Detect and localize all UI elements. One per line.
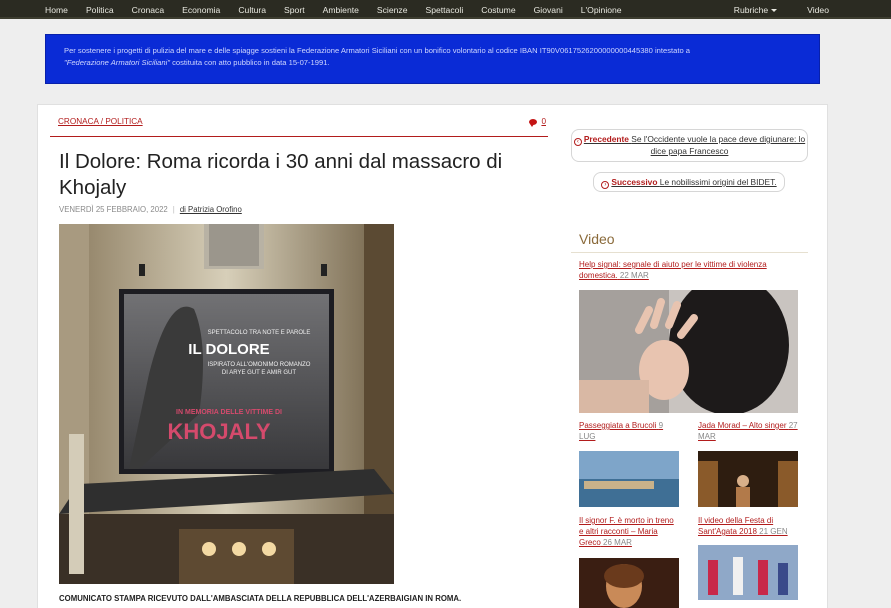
banner-line-2: IL DOLORE [188,341,269,358]
video-thumbnail-2[interactable] [698,451,798,507]
video-link-4[interactable]: Il video della Festa di Sant'Agata 2018 … [698,515,803,537]
video-title: Jada Morad – Alto singer [698,421,787,430]
video-link-0[interactable]: Help signal: segnale di aiuto per le vit… [579,259,789,281]
chevron-down-icon [771,8,778,12]
breadcrumb[interactable]: CRONACA / POLITICA [58,117,143,126]
page-title: Il Dolore: Roma ricorda i 30 anni dal ma… [59,150,503,199]
article-byline: VENERDÌ 25 FEBBRAIO, 2022 | di Patrizia … [59,205,242,214]
article-caption: COMUNICATO STAMPA RICEVUTO DALL'AMBASCIA… [59,594,462,603]
video-section-heading: Video [579,231,615,247]
video-link-3[interactable]: Il signor F. è morto in treno e altri ra… [579,515,679,548]
next-article-link[interactable]: › Successivo Le nobilissimi origini del B… [593,172,785,192]
video-link-2[interactable]: Jada Morad – Alto singer 27 MAR [698,420,803,442]
breadcrumb-row: CRONACA / POLITICA 0 [50,117,548,137]
banner-line-6: KHOJALY [167,419,270,444]
nav-item-sport[interactable]: Sport [284,5,305,15]
nav-item-l-opinione[interactable]: L'Opinione [581,5,622,15]
video-divider [571,252,808,253]
nav-item-spettacoli[interactable]: Spettacoli [425,5,463,15]
banner-line-5: IN MEMORIA DELLE VITTIME DI [176,409,282,416]
video-thumbnail-image [698,545,798,600]
video-title: Passeggiata a Brucoli [579,421,657,430]
video-thumbnail-image [579,451,679,507]
banner-line-3: ISPIRATO ALL'OMONIMO ROMANZO [208,362,311,368]
nav-item-scienze[interactable]: Scienze [377,5,408,15]
comment-icon [529,118,538,127]
video-thumbnail-3[interactable] [579,558,679,608]
nav-item-giovani[interactable]: Giovani [534,5,563,15]
author-link[interactable]: di Patrizia Orofino [180,205,242,214]
nav-item-costume[interactable]: Costume [481,5,515,15]
arrow-right-icon: › [601,181,610,189]
next-title: Le nobilissimi origini del BIDET. [659,177,777,187]
nav-item-home[interactable]: Home [45,5,68,15]
arrow-left-icon: ‹ [573,138,582,146]
previous-label: Precedente [583,134,629,144]
banner-line-1: SPETTACOLO TRA NOTE E PAROLE [208,330,311,336]
video-title: Help signal: segnale di aiuto per le vit… [579,260,767,280]
video-date: 22 MAR [619,271,649,280]
nav-item-ambiente[interactable]: Ambiente [323,5,359,15]
next-label: Successivo [611,177,658,187]
nav-rubriche-label: Rubriche [733,4,769,15]
video-thumbnail-4[interactable] [698,545,798,600]
video-date: 26 MAR [603,538,632,547]
article-date: VENERDÌ 25 FEBBRAIO, 2022 [59,205,168,214]
previous-title: Se l'Occidente vuole la pace deve digiun… [631,134,806,156]
article-hero-image: SPETTACOLO TRA NOTE E PAROLE IL DOLORE I… [59,224,394,584]
nav-video[interactable]: Video [807,5,829,15]
comments-count: 0 [541,117,546,126]
notice-text-2: costituita con atto pubblico in data 15-… [169,58,330,67]
hero-photo: SPETTACOLO TRA NOTE E PAROLE IL DOLORE I… [59,224,394,584]
nav-item-cronaca[interactable]: Cronaca [132,5,164,15]
banner-line-4: DI ARYE GUT E AMIR GUT [222,370,296,376]
video-thumbnail-image [579,290,798,413]
video-date: 21 GEN [759,527,788,536]
main-card: CRONACA / POLITICA 0 Il Dolore: Roma ric… [37,104,828,608]
nav-item-cultura[interactable]: Cultura [238,5,266,15]
byline-separator: | [172,205,175,214]
nav-item-economia[interactable]: Economia [182,5,220,15]
video-thumbnail-image [698,451,798,507]
notice-quoted: "Federazione Armatori Siciliani" [64,58,170,67]
video-thumbnail-1[interactable] [579,451,679,507]
video-link-1[interactable]: Passeggiata a Brucoli 9 LUG [579,420,679,442]
notice-text: Per sostenere i progetti di pulizia del … [64,46,691,55]
previous-article-link[interactable]: ‹ Precedente Se l'Occidente vuole la pace… [571,129,808,162]
video-thumbnail-image [579,558,679,608]
video-thumbnail-0[interactable] [579,290,798,413]
nav-item-politica[interactable]: Politica [86,5,114,15]
top-navigation: Home Politica Cronaca Economia Cultura Sport A… [0,0,891,19]
nav-rubriche[interactable]: Rubriche [733,4,778,15]
comments-link[interactable]: 0 [529,117,546,127]
notice-banner: Per sostenere i progetti di pulizia del … [45,34,820,84]
